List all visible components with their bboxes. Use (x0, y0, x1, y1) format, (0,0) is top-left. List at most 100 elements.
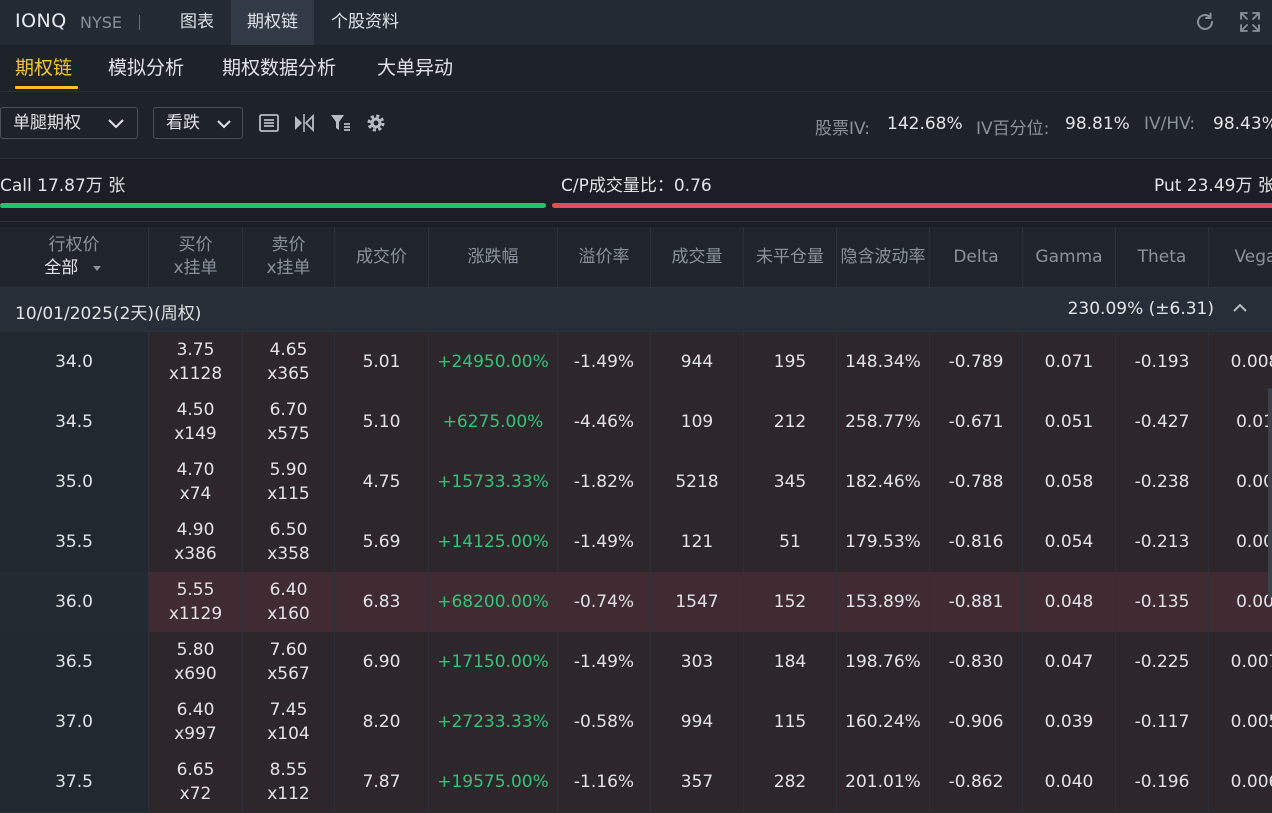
premium-cell[interactable]: -0.58% (558, 692, 651, 752)
vega-cell[interactable]: 0.00 (1209, 512, 1272, 572)
change-cell[interactable]: +68200.00% (429, 572, 558, 632)
gamma-cell[interactable]: 0.071 (1023, 332, 1116, 392)
column-delta[interactable]: Delta (930, 227, 1023, 287)
iv-cell[interactable]: 201.01% (837, 752, 930, 812)
filter-icon[interactable] (329, 112, 351, 134)
column-last[interactable]: 成交价 (335, 227, 429, 287)
change-cell[interactable]: +24950.00% (429, 332, 558, 392)
tab-chart[interactable]: 图表 (163, 0, 231, 45)
strike-cell[interactable]: 35.0 (0, 452, 149, 512)
column-ask[interactable]: 卖价 x挂单 (243, 227, 335, 287)
iv-cell[interactable]: 148.34% (837, 332, 930, 392)
gamma-cell[interactable]: 0.051 (1023, 392, 1116, 452)
theta-cell[interactable]: -0.225 (1116, 632, 1209, 692)
iv-cell[interactable]: 258.77% (837, 392, 930, 452)
last-price-cell[interactable]: 6.90 (335, 632, 429, 692)
open-interest-cell[interactable]: 115 (744, 692, 837, 752)
bid-cell[interactable]: 6.65 x72 (149, 752, 243, 812)
column-volume[interactable]: 成交量 (651, 227, 744, 287)
iv-cell[interactable]: 160.24% (837, 692, 930, 752)
bid-cell[interactable]: 5.55 x1129 (149, 572, 243, 632)
vega-cell[interactable]: 0.01 (1209, 392, 1272, 452)
delta-cell[interactable]: -0.881 (930, 572, 1023, 632)
table-row[interactable]: 36.5 5.80 x690 7.60 x567 6.90 +17150.00% -1.49%… (0, 632, 1272, 693)
premium-cell[interactable]: -1.49% (558, 512, 651, 572)
strike-cell[interactable]: 35.5 (0, 512, 149, 572)
volume-cell[interactable]: 109 (651, 392, 744, 452)
delta-cell[interactable]: -0.816 (930, 512, 1023, 572)
change-cell[interactable]: +15733.33% (429, 452, 558, 512)
direction-select[interactable]: 看跌 (153, 107, 243, 139)
premium-cell[interactable]: -0.74% (558, 572, 651, 632)
delta-cell[interactable]: -0.906 (930, 692, 1023, 752)
volume-cell[interactable]: 944 (651, 332, 744, 392)
gamma-cell[interactable]: 0.040 (1023, 752, 1116, 812)
table-row[interactable]: 34.5 4.50 x149 6.70 x575 5.10 +6275.00% -4.46% 1… (0, 392, 1272, 453)
delta-cell[interactable]: -0.789 (930, 332, 1023, 392)
change-cell[interactable]: +6275.00% (429, 392, 558, 452)
table-row[interactable]: 36.0 5.55 x1129 6.40 x160 6.83 +68200.00% -0.74… (0, 572, 1272, 633)
iv-cell[interactable]: 153.89% (837, 572, 930, 632)
tab-stock-profile[interactable]: 个股资料 (314, 0, 416, 45)
theta-cell[interactable]: -0.213 (1116, 512, 1209, 572)
chevron-up-icon[interactable] (1232, 302, 1248, 314)
column-gamma[interactable]: Gamma (1023, 227, 1116, 287)
list-icon[interactable] (258, 112, 280, 134)
column-premium[interactable]: 溢价率 (558, 227, 651, 287)
gear-icon[interactable] (365, 112, 387, 134)
gamma-cell[interactable]: 0.047 (1023, 632, 1116, 692)
last-price-cell[interactable]: 5.69 (335, 512, 429, 572)
table-row[interactable]: 34.0 3.75 x1128 4.65 x365 5.01 +24950.00% -1.49… (0, 332, 1272, 393)
gamma-cell[interactable]: 0.054 (1023, 512, 1116, 572)
strike-filter[interactable]: 全部 (44, 257, 103, 280)
subtab-option-chain[interactable]: 期权链 (15, 53, 72, 80)
ask-cell[interactable]: 7.45 x104 (243, 692, 335, 752)
open-interest-cell[interactable]: 184 (744, 632, 837, 692)
table-row[interactable]: 37.0 6.40 x997 7.45 x104 8.20 +27233.33% -0.58%… (0, 692, 1272, 753)
last-price-cell[interactable]: 4.75 (335, 452, 429, 512)
volume-cell[interactable]: 5218 (651, 452, 744, 512)
vega-cell[interactable]: 0.008 (1209, 332, 1272, 392)
expiry-group-header[interactable]: 10/01/2025(2天)(周权) 230.09% (±6.31) (0, 288, 1272, 332)
open-interest-cell[interactable]: 51 (744, 512, 837, 572)
bid-cell[interactable]: 4.70 x74 (149, 452, 243, 512)
strike-cell[interactable]: 37.0 (0, 692, 149, 752)
ask-cell[interactable]: 5.90 x115 (243, 452, 335, 512)
vega-cell[interactable]: 0.005 (1209, 692, 1272, 752)
volume-cell[interactable]: 994 (651, 692, 744, 752)
last-price-cell[interactable]: 5.01 (335, 332, 429, 392)
column-open-interest[interactable]: 未平仓量 (744, 227, 837, 287)
premium-cell[interactable]: -1.49% (558, 332, 651, 392)
gamma-cell[interactable]: 0.048 (1023, 572, 1116, 632)
delta-cell[interactable]: -0.830 (930, 632, 1023, 692)
iv-cell[interactable]: 182.46% (837, 452, 930, 512)
ask-cell[interactable]: 6.70 x575 (243, 392, 335, 452)
strike-cell[interactable]: 36.5 (0, 632, 149, 692)
open-interest-cell[interactable]: 152 (744, 572, 837, 632)
change-cell[interactable]: +17150.00% (429, 632, 558, 692)
strike-cell[interactable]: 34.5 (0, 392, 149, 452)
premium-cell[interactable]: -1.82% (558, 452, 651, 512)
subtab-option-data-analysis[interactable]: 期权数据分析 (222, 53, 336, 80)
ask-cell[interactable]: 7.60 x567 (243, 632, 335, 692)
volume-cell[interactable]: 1547 (651, 572, 744, 632)
theta-cell[interactable]: -0.193 (1116, 332, 1209, 392)
open-interest-cell[interactable]: 282 (744, 752, 837, 812)
volume-cell[interactable]: 357 (651, 752, 744, 812)
premium-cell[interactable]: -4.46% (558, 392, 651, 452)
strike-cell[interactable]: 34.0 (0, 332, 149, 392)
column-implied-volatility[interactable]: 隐含波动率 (837, 227, 930, 287)
refresh-icon[interactable] (1193, 10, 1217, 34)
subtab-block-trades[interactable]: 大单异动 (377, 53, 453, 80)
theta-cell[interactable]: -0.196 (1116, 752, 1209, 812)
gamma-cell[interactable]: 0.058 (1023, 452, 1116, 512)
vega-cell[interactable]: 0.007 (1209, 632, 1272, 692)
iv-cell[interactable]: 179.53% (837, 512, 930, 572)
table-row[interactable]: 37.5 6.65 x72 8.55 x112 7.87 +19575.00% -1.16% 3… (0, 752, 1272, 813)
column-vega[interactable]: Vega (1209, 227, 1272, 287)
subtab-simulation[interactable]: 模拟分析 (108, 53, 184, 80)
column-change[interactable]: 涨跌幅 (429, 227, 558, 287)
strike-cell[interactable]: 36.0 (0, 572, 149, 632)
table-row[interactable]: 35.0 4.70 x74 5.90 x115 4.75 +15733.33% -1.82% 5… (0, 452, 1272, 513)
delta-cell[interactable]: -0.862 (930, 752, 1023, 812)
